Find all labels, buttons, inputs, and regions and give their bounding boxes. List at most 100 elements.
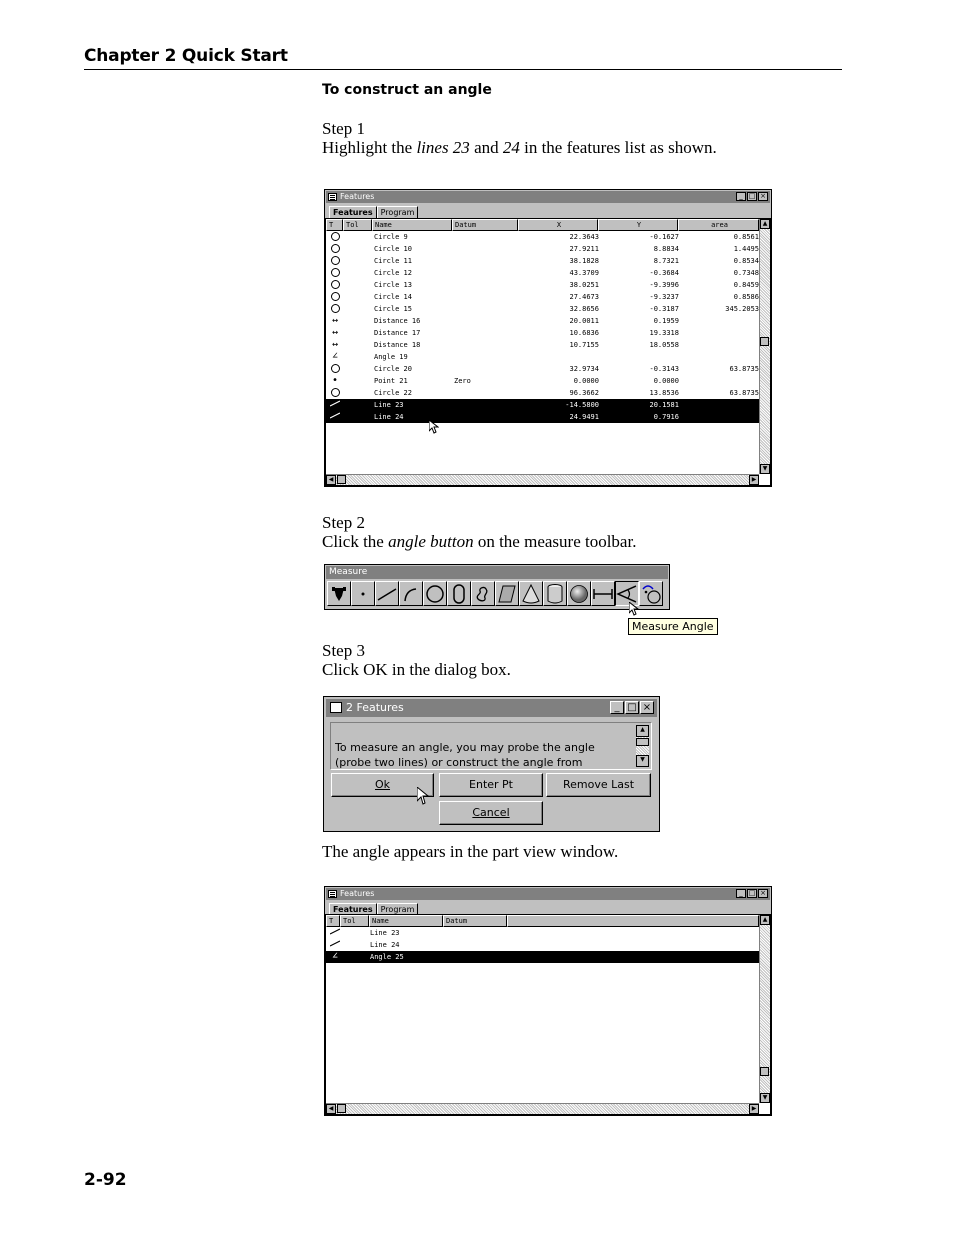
arc-icon[interactable] [399,581,423,606]
table-row[interactable]: Circle 15 32.8656 -0.3187 345.2053 [326,303,759,315]
table-row[interactable]: Line 24 [326,939,759,951]
feature-y: 8.8834 [653,245,679,253]
table-row[interactable]: Circle 13 38.0251 -9.3996 0.8459 [326,279,759,291]
table-row[interactable]: Circle 22 96.3662 13.8536 63.8735 [326,387,759,399]
col-name[interactable]: Name [369,915,443,927]
distance-icon[interactable] [591,581,615,606]
features-window-1: Features _ □ × Features Program T Tol Na… [324,189,772,487]
cylinder-icon[interactable] [543,581,567,606]
feature-x: 10.6836 [569,329,599,337]
table-row[interactable]: Line 23 [326,927,759,939]
dialog-message-scrollbar[interactable]: ▲ ▼ [636,725,649,767]
table-row[interactable]: Circle 12 43.3709 -0.3684 0.7348 [326,267,759,279]
angle-icon: ∠ [331,951,339,962]
table-row[interactable]: Circle 14 27.4673 -9.3237 0.8586 [326,291,759,303]
probe-icon[interactable] [327,581,351,606]
step3-text: Click OK in the dialog box. [322,660,511,679]
close-button[interactable]: × [758,889,768,898]
feature-x: 32.9734 [569,365,599,373]
scroll-down-button[interactable]: ▼ [636,755,649,767]
feature-name: Line 23 [370,929,400,937]
vertical-scrollbar[interactable]: ▲ ▼ [759,219,770,474]
table-row[interactable]: ∠ Angle 25 [326,951,759,963]
scroll-down-button[interactable]: ▼ [760,464,770,474]
scroll-up-button[interactable]: ▲ [760,915,770,925]
col-area[interactable]: area [678,219,759,231]
close-button[interactable]: × [758,192,768,201]
table-row[interactable]: ↔ Distance 16 20.0011 0.1959 [326,315,759,327]
point-icon: • [331,375,339,386]
col-x[interactable]: X [518,219,598,231]
features-list-2[interactable]: T Tol Name Datum Line 23 Line 24 ∠ Angle 25… [325,914,771,1115]
feature-name: Line 24 [370,941,400,949]
hscroll-thumb[interactable] [337,475,346,484]
feature-area: 0.8586 [733,293,759,301]
cancel-button[interactable]: Cancel [439,801,543,825]
col-type[interactable]: T [326,915,340,927]
col-tol[interactable]: Tol [343,219,372,231]
scroll-thumb[interactable] [760,1067,769,1076]
feature-x: 24.9491 [569,413,599,421]
maximize-button[interactable]: □ [747,192,757,201]
step2-text: Click the angle button on the measure to… [322,532,637,551]
table-row[interactable]: Circle 20 32.9734 -0.3143 63.8735 [326,363,759,375]
window-menu-icon[interactable] [328,193,337,201]
maximize-button[interactable]: □ [625,701,639,714]
scroll-thumb[interactable] [636,738,649,746]
custom-icon[interactable] [639,581,663,606]
scroll-down-button[interactable]: ▼ [760,1093,770,1103]
table-row[interactable]: ↔ Distance 17 10.6836 19.3318 [326,327,759,339]
scroll-thumb[interactable] [760,337,769,346]
window-menu-icon[interactable] [330,702,342,713]
scroll-right-button[interactable]: ▶ [749,1104,759,1114]
table-row[interactable]: Circle 11 38.1828 8.7321 0.8534 [326,255,759,267]
scroll-up-button[interactable]: ▲ [636,725,649,737]
maximize-button[interactable]: □ [747,889,757,898]
feature-name: Angle 25 [370,953,404,961]
hscroll-thumb[interactable] [337,1104,346,1113]
col-type[interactable]: T [326,219,343,231]
close-button[interactable]: × [640,701,654,714]
scroll-left-button[interactable]: ◀ [326,475,336,485]
minimize-button[interactable]: _ [736,889,746,898]
line-icon [329,411,341,423]
feature-name: Distance 17 [374,329,421,337]
contour-icon[interactable] [471,581,495,606]
col-tol[interactable]: Tol [340,915,369,927]
features-list-1[interactable]: T Tol Name Datum X Y area Circle 9 22.364… [325,218,771,486]
chapter-header: Chapter 2 Quick Start [84,46,288,66]
table-row[interactable]: Line 23 -14.5800 20.1581 [326,399,759,411]
sphere-icon[interactable] [567,581,591,606]
minimize-button[interactable]: _ [736,192,746,201]
col-datum[interactable]: Datum [452,219,518,231]
table-row[interactable]: Circle 10 27.9211 8.8834 1.4495 [326,243,759,255]
enter-pt-button[interactable]: Enter Pt [439,773,543,797]
feature-name: Circle 15 [374,305,412,313]
horizontal-scrollbar[interactable]: ◀ ▶ [326,474,759,485]
plane-icon[interactable] [495,581,519,606]
tab-features[interactable]: Features [329,206,377,218]
table-row[interactable]: Line 24 24.9491 0.7916 [326,411,759,423]
remove-last-button[interactable]: Remove Last [546,773,651,797]
cone-icon[interactable] [519,581,543,606]
table-row[interactable]: ↔ Distance 18 10.7155 18.0558 [326,339,759,351]
table-row[interactable]: ∠ Angle 19 [326,351,759,363]
scroll-up-button[interactable]: ▲ [760,219,770,229]
horizontal-scrollbar[interactable]: ◀ ▶ [326,1103,759,1114]
window-menu-icon[interactable] [328,890,337,898]
minimize-button[interactable]: _ [610,701,624,714]
col-y[interactable]: Y [598,219,678,231]
col-name[interactable]: Name [372,219,452,231]
table-row[interactable]: Circle 9 22.3643 -0.1627 0.8561 [326,231,759,243]
point-icon[interactable] [351,581,375,606]
col-datum[interactable]: Datum [443,915,507,927]
col-empty [507,915,759,927]
circle-icon[interactable] [423,581,447,606]
table-row[interactable]: • Point 21 Zero 0.0000 0.0000 [326,375,759,387]
tab-program[interactable]: Program [376,206,419,218]
scroll-left-button[interactable]: ◀ [326,1104,336,1114]
slot-icon[interactable] [447,581,471,606]
vertical-scrollbar[interactable]: ▲ ▼ [759,915,770,1103]
line-icon[interactable] [375,581,399,606]
scroll-right-button[interactable]: ▶ [749,475,759,485]
